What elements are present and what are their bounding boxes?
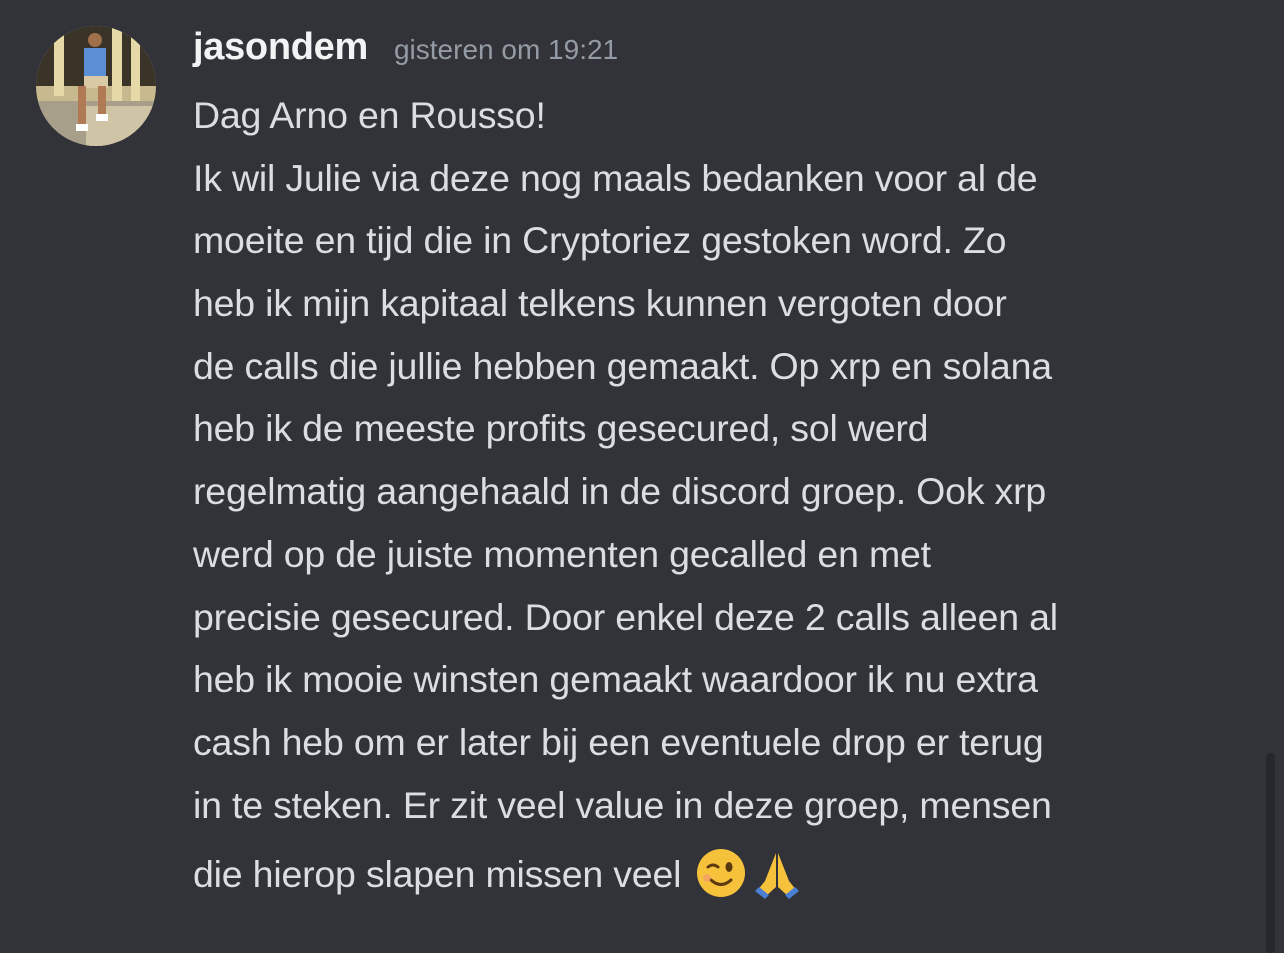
message-content: Dag Arno en Rousso! Ik wil Julie via dez… [193, 84, 1058, 912]
message-line: cash heb om er later bij een eventuele d… [193, 720, 1044, 763]
message-last-line: die hierop slapen missen veel [193, 836, 1058, 912]
message-line: precisie gesecured. Door enkel deze 2 ca… [193, 595, 1058, 638]
message-line: regelmatig aangehaald in de discord groe… [193, 470, 1047, 513]
scrollbar[interactable] [1266, 753, 1275, 953]
message-line: de calls die jullie hebben gemaakt. Op x… [193, 344, 1052, 387]
message-line: heb ik de meeste profits gesecured, sol … [193, 407, 929, 450]
message-line: heb ik mijn kapitaal telkens kunnen verg… [193, 282, 1007, 325]
message-line: werd op de juiste momenten gecalled en m… [193, 532, 931, 575]
message-line: Ik wil Julie via deze nog maals bedanken… [193, 156, 1038, 199]
message-header: jasondem gisteren om 19:21 [193, 26, 618, 76]
message-line: die hierop slapen missen veel [193, 853, 682, 896]
username[interactable]: jasondem [193, 26, 368, 69]
winking-face-emoji-icon[interactable] [695, 847, 747, 899]
avatar[interactable] [36, 26, 156, 146]
timestamp[interactable]: gisteren om 19:21 [394, 34, 618, 66]
message-line: heb ik mooie winsten gemaakt waardoor ik… [193, 658, 1038, 701]
message-line: Dag Arno en Rousso! [193, 94, 546, 136]
message-line: in te steken. Er zit veel value in deze … [193, 783, 1052, 826]
message-line: moeite en tijd die in Cryptoriez gestoke… [193, 219, 1007, 262]
folded-hands-emoji-icon[interactable] [751, 847, 803, 900]
